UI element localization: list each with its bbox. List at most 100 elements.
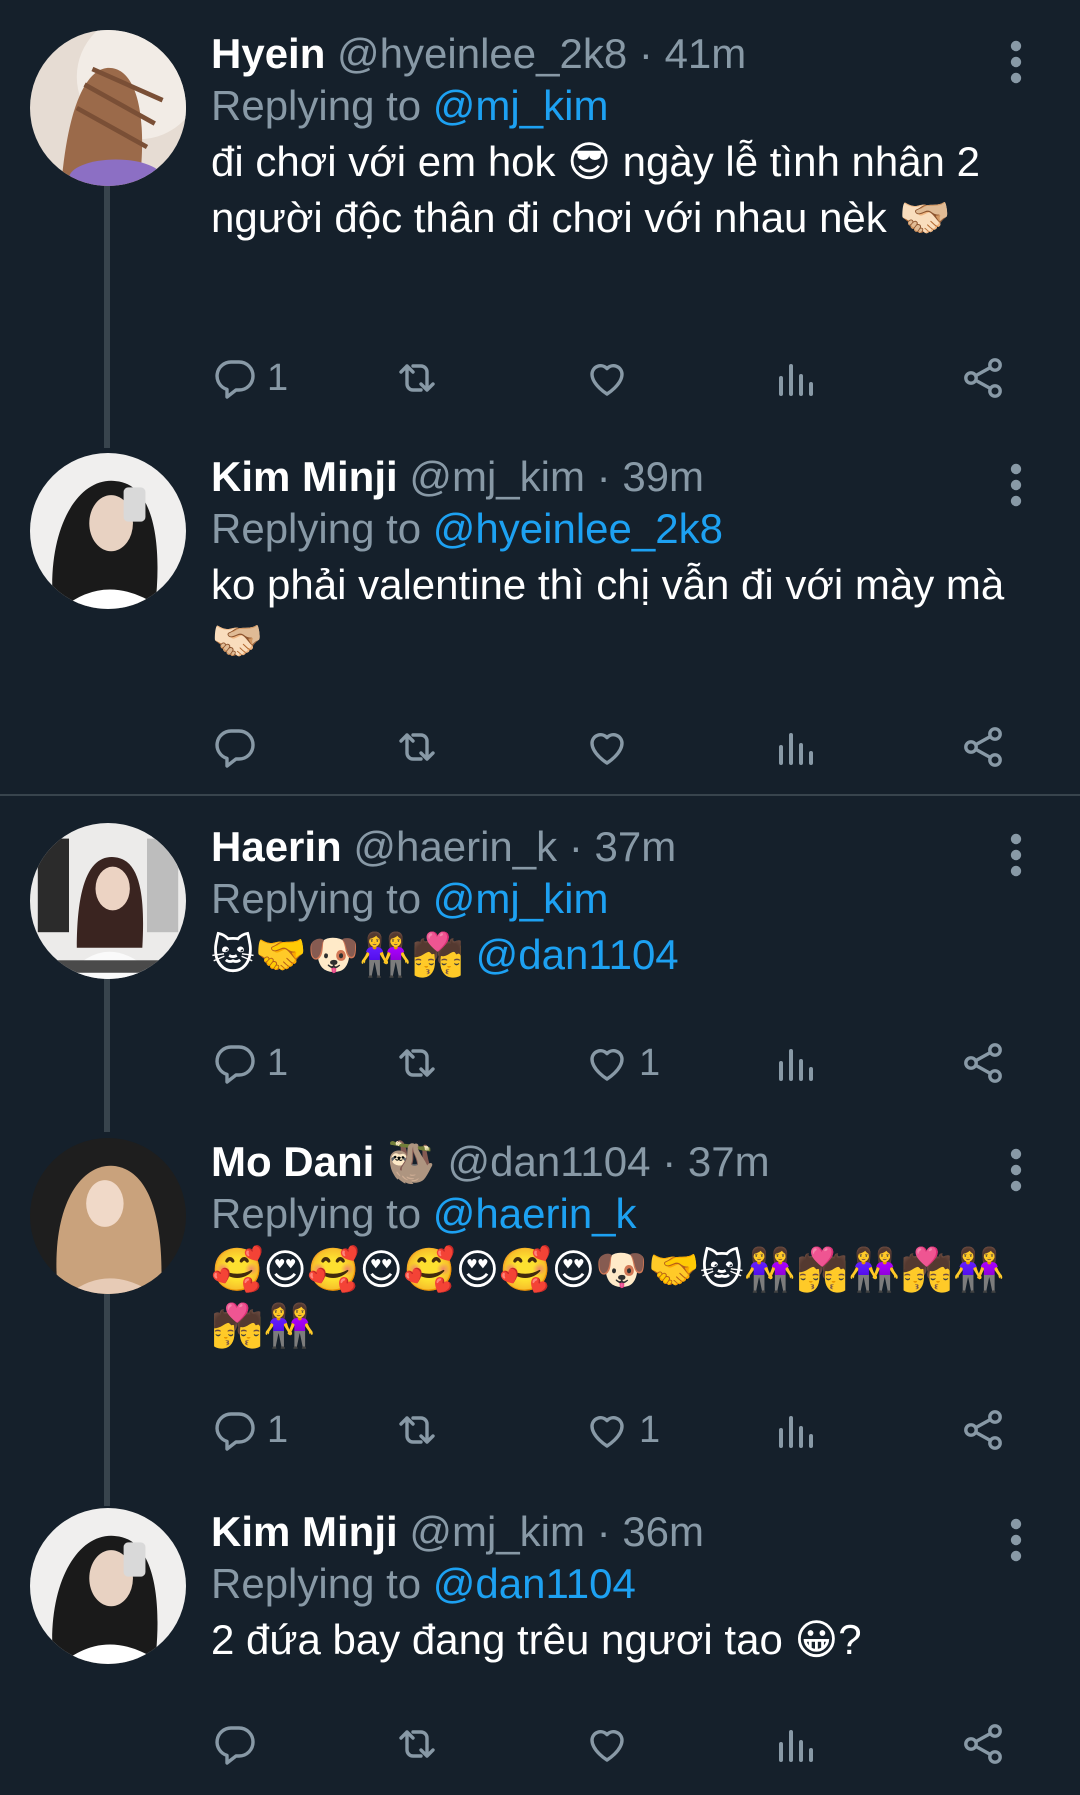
timestamp[interactable]: 37m (594, 823, 676, 870)
timestamp[interactable]: 37m (688, 1138, 770, 1185)
tweet-text: 2 đứa bay đang trêu ngươi tao 😀? (211, 1616, 862, 1663)
mention-link[interactable]: @mj_kim (433, 875, 609, 922)
display-name[interactable]: Hyein (211, 30, 325, 77)
avatar[interactable] (30, 823, 186, 979)
handle[interactable]: @mj_kim (409, 453, 585, 500)
action-bar: 1 1 (211, 1033, 1031, 1093)
reply-icon (211, 1720, 259, 1768)
more-icon[interactable] (1004, 1518, 1028, 1562)
reply-button[interactable]: 1 (211, 1033, 288, 1093)
share-button[interactable] (959, 1033, 1007, 1093)
like-icon (583, 1039, 631, 1087)
tweet-header: Kim Minji @mj_kim · 39m (211, 449, 704, 505)
retweet-icon (393, 723, 441, 771)
tweet-text: 🐱🤝🐶👭💏 @dan1104 (211, 927, 1031, 983)
action-bar: 1 (211, 348, 1031, 408)
display-name[interactable]: Mo Dani (211, 1138, 374, 1185)
like-button[interactable] (583, 717, 639, 777)
handle[interactable]: @haerin_k (353, 823, 557, 870)
timestamp[interactable]: 41m (665, 30, 747, 77)
reply-count: 1 (267, 356, 289, 399)
replying-label: Replying to (211, 875, 422, 922)
separator: · (596, 453, 611, 500)
more-icon[interactable] (1004, 463, 1028, 507)
share-icon (959, 723, 1007, 771)
reply-button[interactable] (211, 717, 267, 777)
analytics-icon (771, 1720, 819, 1768)
share-icon (959, 1406, 1007, 1454)
like-button[interactable] (583, 1714, 639, 1774)
reply-button[interactable]: 1 (211, 348, 288, 408)
reply-count: 1 (267, 1041, 289, 1084)
retweet-button[interactable] (393, 1400, 441, 1460)
analytics-icon (771, 723, 819, 771)
analytics-button[interactable] (771, 1714, 819, 1774)
reply-icon (211, 1406, 259, 1454)
reply-button[interactable] (211, 1714, 267, 1774)
share-button[interactable] (959, 1400, 1007, 1460)
retweet-icon (393, 1039, 441, 1087)
tweet-header: Hyein @hyeinlee_2k8 · 41m (211, 26, 746, 82)
share-icon (959, 354, 1007, 402)
thread-line (104, 186, 110, 448)
replying-to: Replying to @mj_kim (211, 78, 608, 134)
replying-to: Replying to @hyeinlee_2k8 (211, 501, 723, 557)
share-icon (959, 1039, 1007, 1087)
avatar[interactable] (30, 1508, 186, 1664)
analytics-button[interactable] (771, 717, 819, 777)
share-icon (959, 1720, 1007, 1768)
mention-link[interactable]: @haerin_k (433, 1190, 637, 1237)
mention-link[interactable]: @mj_kim (433, 82, 609, 129)
handle[interactable]: @mj_kim (409, 1508, 585, 1555)
avatar[interactable] (30, 30, 186, 186)
share-button[interactable] (959, 1714, 1007, 1774)
replying-label: Replying to (211, 1190, 422, 1237)
display-name[interactable]: Kim Minji (211, 1508, 398, 1555)
mention-link[interactable]: @hyeinlee_2k8 (433, 505, 723, 552)
like-button[interactable] (583, 348, 639, 408)
display-name[interactable]: Haerin (211, 823, 342, 870)
action-bar (211, 1714, 1031, 1774)
tweet-text: đi chơi với em hok 😎 ngày lễ tình nhân 2… (211, 138, 980, 241)
analytics-button[interactable] (771, 1400, 819, 1460)
replying-to: Replying to @haerin_k (211, 1186, 637, 1242)
display-name[interactable]: Kim Minji (211, 453, 398, 500)
share-button[interactable] (959, 717, 1007, 777)
analytics-button[interactable] (771, 1033, 819, 1093)
mention-link[interactable]: @dan1104 (433, 1560, 636, 1607)
more-icon[interactable] (1004, 833, 1028, 877)
tweet-header: Haerin @haerin_k · 37m (211, 819, 676, 875)
reply-icon (211, 1039, 259, 1087)
more-icon[interactable] (1004, 40, 1028, 84)
separator: · (596, 1508, 611, 1555)
tweet-text: ko phải valentine thì chị vẫn đi với mày… (211, 561, 1005, 664)
like-count: 1 (639, 1041, 661, 1084)
timestamp[interactable]: 36m (622, 1508, 704, 1555)
analytics-icon (771, 354, 819, 402)
timestamp[interactable]: 39m (622, 453, 704, 500)
retweet-button[interactable] (393, 348, 441, 408)
like-icon (583, 1406, 631, 1454)
share-button[interactable] (959, 348, 1007, 408)
reply-button[interactable]: 1 (211, 1400, 288, 1460)
like-button[interactable]: 1 (583, 1400, 660, 1460)
more-icon[interactable] (1004, 1148, 1028, 1192)
retweet-button[interactable] (393, 717, 441, 777)
action-bar (211, 717, 1031, 777)
mention-link[interactable]: @dan1104 (476, 931, 679, 978)
retweet-button[interactable] (393, 1714, 441, 1774)
handle[interactable]: @dan1104 (447, 1138, 650, 1185)
tweet-header: Mo Dani 🦥 @dan1104 · 37m (211, 1134, 770, 1190)
avatar[interactable] (30, 1138, 186, 1294)
like-icon (583, 1720, 631, 1768)
like-icon (583, 723, 631, 771)
tweet-header: Kim Minji @mj_kim · 36m (211, 1504, 704, 1560)
handle[interactable]: @hyeinlee_2k8 (337, 30, 627, 77)
reply-count: 1 (267, 1408, 289, 1451)
retweet-button[interactable] (393, 1033, 441, 1093)
like-button[interactable]: 1 (583, 1033, 660, 1093)
avatar[interactable] (30, 453, 186, 609)
separator: · (568, 823, 583, 870)
analytics-button[interactable] (771, 348, 819, 408)
separator: · (662, 1138, 677, 1185)
